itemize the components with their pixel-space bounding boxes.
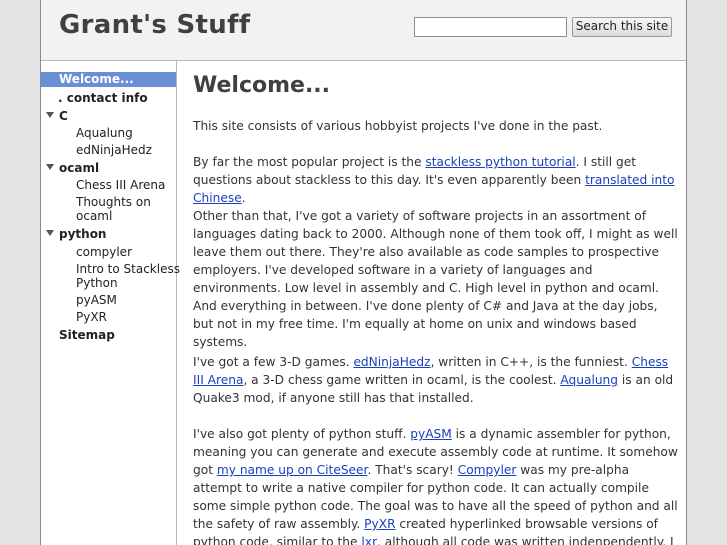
- sidebar-nav: Welcome... . contact info C Aqualung edN…: [41, 61, 180, 545]
- sidebar-item-label: Thoughts on: [76, 195, 151, 209]
- aqualung-link[interactable]: Aqualung: [560, 373, 618, 387]
- sidebar-item-chess[interactable]: Chess III Arena: [41, 177, 176, 193]
- sidebar-item-label: Chess III Arena: [76, 178, 166, 192]
- sidebar-item-label: compyler: [76, 245, 132, 259]
- search-button[interactable]: Search this site: [572, 17, 672, 37]
- citeseer-link[interactable]: my name up on CiteSeer: [217, 463, 368, 477]
- site-header: Grant's Stuff Search this site: [41, 0, 686, 61]
- pyasm-link[interactable]: pyASM: [410, 427, 452, 441]
- search-input[interactable]: [414, 17, 567, 37]
- python-paragraph: I've also got plenty of python stuff. py…: [193, 425, 681, 545]
- sidebar-item-c[interactable]: C: [41, 108, 176, 124]
- page-title: Welcome...: [193, 73, 331, 98]
- sidebar-item-contact[interactable]: . contact info: [41, 90, 176, 106]
- sidebar-item-ednijahedz[interactable]: edNinjaHedz: [41, 142, 176, 158]
- sidebar-item-label: Welcome...: [59, 72, 134, 86]
- site-title[interactable]: Grant's Stuff: [59, 10, 250, 40]
- paragraph-text: , a 3-D chess game written in ocaml, is …: [243, 373, 561, 387]
- compyler-link[interactable]: Compyler: [458, 463, 517, 477]
- expand-triangle-icon[interactable]: [46, 112, 54, 118]
- expand-triangle-icon[interactable]: [46, 230, 54, 236]
- expand-triangle-icon[interactable]: [46, 164, 54, 170]
- sidebar-item-label: PyXR: [76, 310, 107, 324]
- sidebar-item-pyxr[interactable]: PyXR: [41, 309, 176, 325]
- sidebar-item-label: C: [59, 109, 68, 123]
- sidebar-item-label: edNinjaHedz: [76, 143, 152, 157]
- sidebar-item-label: ocaml: [59, 161, 100, 175]
- paragraph-text: . That's scary!: [367, 463, 458, 477]
- sidebar-item-compyler[interactable]: compyler: [41, 244, 176, 260]
- sidebar-item-welcome[interactable]: Welcome...: [41, 72, 176, 87]
- software-paragraph: Other than that, I've got a variety of s…: [193, 209, 678, 349]
- stackless-tutorial-link[interactable]: stackless python tutorial: [425, 155, 575, 169]
- sidebar-item-label: Intro to Stackless: [76, 262, 180, 276]
- paragraph-text: I've also got plenty of python stuff.: [193, 427, 411, 441]
- main-content: Welcome... This site consists of various…: [193, 61, 683, 545]
- sidebar-item-python[interactable]: python: [41, 226, 176, 242]
- sidebar-item-label: Sitemap: [59, 328, 115, 342]
- sidebar-item-pyasm[interactable]: pyASM: [41, 292, 176, 308]
- pyxr-link[interactable]: PyXR: [364, 517, 395, 531]
- sidebar-item-stackless[interactable]: Intro to Stackless Python: [41, 261, 180, 291]
- stackless-paragraph: By far the most popular project is the s…: [193, 153, 681, 207]
- paragraph-text: .: [241, 191, 246, 205]
- sidebar-item-ocaml[interactable]: ocaml: [41, 160, 176, 176]
- sidebar-item-thoughts[interactable]: Thoughts on ocaml: [41, 194, 176, 224]
- paragraph-text: By far the most popular project is the: [193, 155, 426, 169]
- paragraph-text: I've got a few 3-D games.: [193, 355, 354, 369]
- games-paragraph: I've got a few 3-D games. edNinjaHedz, w…: [193, 353, 681, 407]
- sidebar-item-label: Python: [76, 276, 118, 290]
- sidebar-item-label: Aqualung: [76, 126, 133, 140]
- sidebar-item-label: pyASM: [76, 293, 117, 307]
- paragraph-text: , written in C++, is the funniest.: [430, 355, 632, 369]
- page: Grant's Stuff Search this site Welcome..…: [40, 0, 687, 545]
- sidebar-item-label: . contact info: [58, 91, 148, 105]
- intro-paragraph: This site consists of various hobbyist p…: [193, 119, 603, 133]
- ednijahedz-link[interactable]: edNinjaHedz: [353, 355, 430, 369]
- sidebar-item-sitemap[interactable]: Sitemap: [41, 327, 176, 343]
- sidebar-item-aqualung[interactable]: Aqualung: [41, 125, 176, 141]
- sidebar-item-label: ocaml: [76, 209, 113, 223]
- sidebar-item-label: python: [59, 227, 107, 241]
- lxr-link[interactable]: lxr: [361, 535, 377, 545]
